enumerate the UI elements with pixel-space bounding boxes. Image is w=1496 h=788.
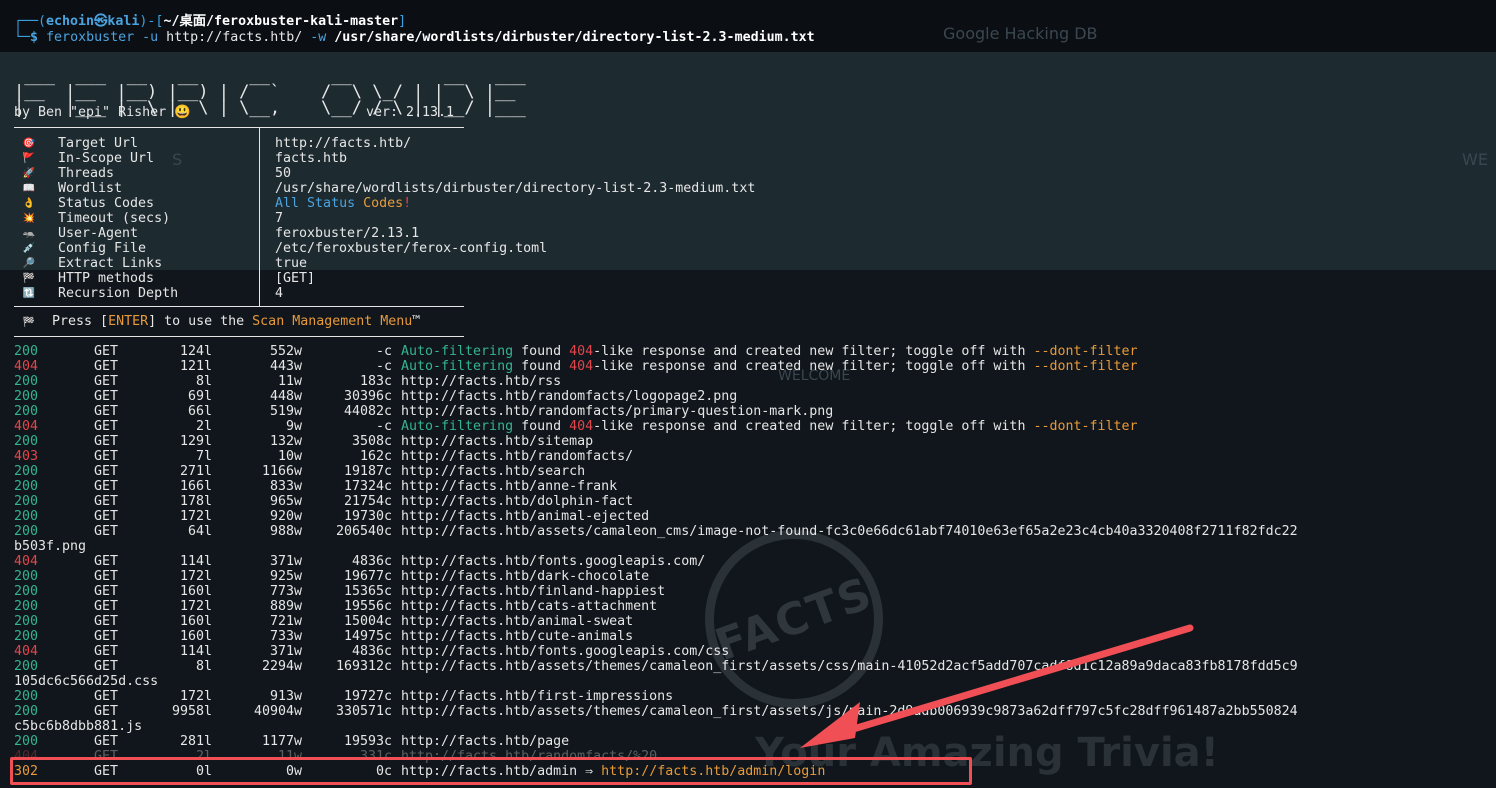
annotation-arrow-icon (800, 624, 1194, 748)
